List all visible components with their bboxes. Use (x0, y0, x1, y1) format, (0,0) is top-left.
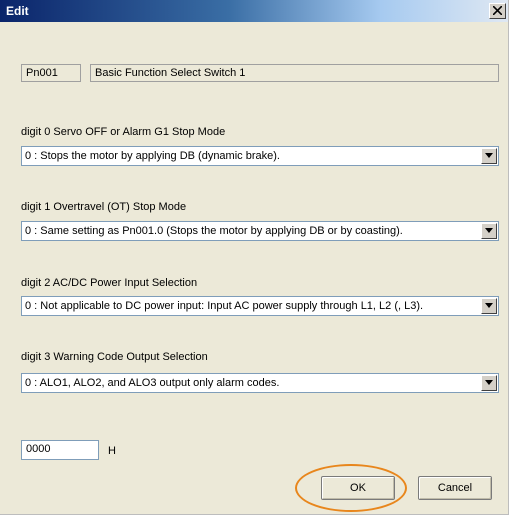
digit-3-dropdown-button[interactable] (481, 375, 497, 391)
digit-2-label: digit 2 AC/DC Power Input Selection (21, 277, 198, 289)
digit-0-dropdown-button[interactable] (481, 148, 497, 164)
title-bar[interactable]: Edit (0, 0, 508, 22)
digit-1-select[interactable]: 0 : Same setting as Pn001.0 (Stops the m… (21, 221, 499, 241)
digit-2-select[interactable]: 0 : Not applicable to DC power input: In… (21, 296, 499, 316)
digit-1-label: digit 1 Overtravel (OT) Stop Mode (21, 201, 187, 213)
digit-3-select[interactable]: 0 : ALO1, ALO2, and ALO3 output only ala… (21, 373, 499, 393)
digit-2-dropdown-button[interactable] (481, 298, 497, 314)
digit-0-value: 0 : Stops the motor by applying DB (dyna… (25, 150, 280, 162)
chevron-down-icon (485, 380, 493, 385)
chevron-down-icon (485, 303, 493, 308)
cancel-button[interactable]: Cancel (418, 476, 492, 500)
digit-2-value: 0 : Not applicable to DC power input: In… (25, 300, 424, 312)
digit-1-value: 0 : Same setting as Pn001.0 (Stops the m… (25, 225, 403, 237)
digit-3-label: digit 3 Warning Code Output Selection (21, 351, 208, 363)
digit-3-value: 0 : ALO1, ALO2, and ALO3 output only ala… (25, 377, 280, 389)
edit-dialog: Edit Pn001 Basic Function Select Switch … (0, 0, 509, 515)
hex-unit-label: H (108, 445, 116, 457)
hex-value-input[interactable]: 0000 (21, 440, 99, 460)
digit-0-label: digit 0 Servo OFF or Alarm G1 Stop Mode (21, 126, 226, 138)
parameter-name: Basic Function Select Switch 1 (90, 64, 499, 82)
ok-highlight-ellipse (295, 464, 407, 512)
chevron-down-icon (485, 228, 493, 233)
digit-0-select[interactable]: 0 : Stops the motor by applying DB (dyna… (21, 146, 499, 166)
parameter-number: Pn001 (21, 64, 81, 82)
close-icon (493, 6, 502, 15)
chevron-down-icon (485, 153, 493, 158)
window-title: Edit (6, 4, 29, 18)
close-button[interactable] (489, 3, 506, 19)
digit-1-dropdown-button[interactable] (481, 223, 497, 239)
